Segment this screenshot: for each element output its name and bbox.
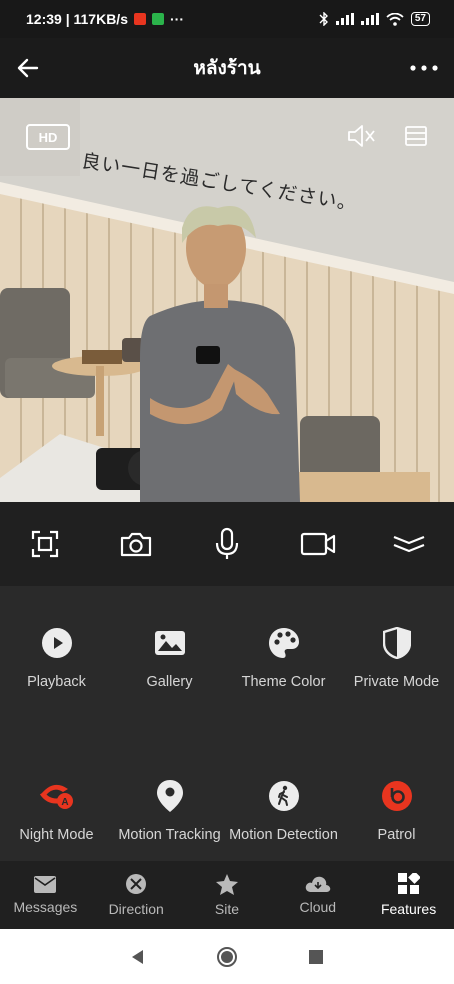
bluetooth-icon [319,12,328,26]
line-app-icon [152,13,164,25]
camera-control-bar [0,502,454,586]
talk-button[interactable] [205,522,249,566]
feature-label: Playback [27,674,86,690]
walking-person-icon [268,781,299,811]
system-nav-bar [0,929,454,984]
system-recents-icon[interactable] [308,949,324,965]
fullscreen-button[interactable] [23,522,67,566]
features-grid: Playback Gallery Theme Color Private Mod… [0,586,454,861]
feature-label: Motion Detection [229,827,338,843]
feature-label: Motion Tracking [118,827,221,843]
feature-theme-color[interactable]: Theme Color [227,624,340,691]
nav-label: Messages [13,898,78,915]
grid-icon [397,873,420,894]
feature-night-mode[interactable]: A Night Mode [0,777,113,844]
status-left: 12:39 | 117KB/s ··· [26,11,184,27]
nav-messages[interactable]: Messages [0,861,91,929]
microphone-icon [215,527,239,559]
hd-quality-button[interactable]: HD [26,124,70,150]
page-title: หลังร้าน [193,58,261,79]
status-right: 57 [319,12,430,26]
layout-icon [405,126,427,146]
more-button[interactable] [408,52,440,84]
location-pin-icon [156,780,183,812]
nav-label: Site [214,900,240,917]
night-mode-icon: A [39,784,73,809]
shield-icon [382,627,411,659]
battery-icon: 57 [410,12,430,26]
feature-label: Patrol [377,827,416,843]
nav-label: Features [380,901,437,917]
feature-motion-detection[interactable]: Motion Detection [227,777,340,844]
gallery-icon [154,631,185,655]
system-back-icon[interactable] [130,949,146,965]
envelope-icon [34,875,57,893]
cloud-icon [305,876,331,892]
feature-label: Night Mode [19,827,94,843]
speaker-muted-icon [348,125,375,147]
video-record-icon [300,532,335,556]
wifi-icon [386,12,404,26]
notification-app-icon [134,13,146,25]
back-button[interactable] [12,52,44,84]
collapse-button[interactable] [387,522,431,566]
feature-patrol[interactable]: Patrol [340,777,453,844]
app-header: หลังร้าน [0,38,454,98]
status-time-speed: 12:39 | 117KB/s [26,11,128,27]
feature-motion-tracking[interactable]: Motion Tracking [113,777,226,844]
signal-icon-2 [360,13,379,25]
more-horizontal-icon [410,65,438,71]
camera-icon [121,532,152,557]
feature-label: Theme Color [241,674,326,690]
feature-playback[interactable]: Playback [0,624,113,691]
feature-private-mode[interactable]: Private Mode [340,624,453,691]
video-scene [0,98,454,502]
more-notifications-icon: ··· [170,11,184,27]
fullscreen-icon [32,530,59,558]
record-button[interactable] [296,522,340,566]
layout-button[interactable] [403,124,429,148]
palette-icon [268,628,299,658]
feature-label: Gallery [146,674,193,690]
svg-text:A: A [61,797,68,808]
patrol-icon [381,781,412,811]
collapse-icon [393,535,424,553]
direction-icon [126,874,147,894]
nav-label: Direction [108,901,164,917]
snapshot-button[interactable] [114,522,158,566]
play-circle-icon [41,628,72,658]
feature-gallery[interactable]: Gallery [113,624,226,691]
nav-direction[interactable]: Direction [91,861,182,929]
nav-label: Cloud [299,899,337,915]
status-bar: 12:39 | 117KB/s ··· 57 [0,0,454,38]
bottom-nav: Messages Direction Site Cloud Features [0,861,454,929]
feature-label: Private Mode [353,674,440,690]
mute-button[interactable] [346,122,376,150]
star-icon [215,873,238,895]
system-home-icon[interactable] [216,946,238,968]
nav-site[interactable]: Site [182,861,273,929]
nav-features[interactable]: Features [363,861,454,929]
nav-cloud[interactable]: Cloud [272,861,363,929]
signal-icon [335,13,354,25]
arrow-left-icon [17,58,39,78]
camera-video-feed[interactable]: 良い一日を過ごしてください。 HD [0,98,454,502]
